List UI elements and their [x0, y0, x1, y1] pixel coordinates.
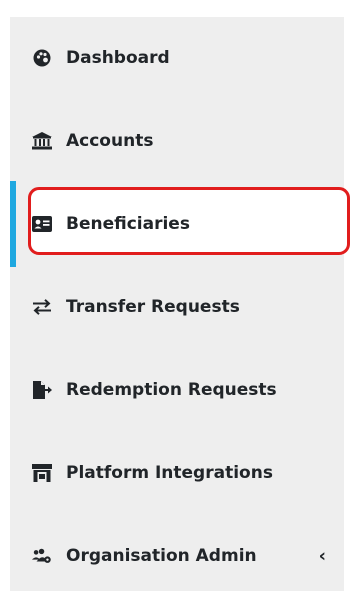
- sidebar-item-label: Organisation Admin: [66, 546, 257, 566]
- users-cog-icon: [32, 546, 52, 566]
- chevron-left-icon[interactable]: ‹: [319, 546, 326, 567]
- file-export-icon: [32, 380, 52, 400]
- bank-icon: [32, 131, 52, 151]
- sidebar-item-label: Accounts: [66, 131, 154, 151]
- sidebar-item-label: Beneficiaries: [66, 214, 190, 234]
- store-icon: [32, 463, 52, 483]
- sidebar-item-label: Transfer Requests: [66, 297, 240, 317]
- id-card-icon: [32, 214, 52, 234]
- sidebar-nav: Dashboard Accounts Beneficiaries Transfe…: [10, 17, 350, 591]
- sidebar-item-label: Dashboard: [66, 48, 170, 68]
- sidebar-item-organisation-admin[interactable]: Organisation Admin ‹: [10, 527, 344, 585]
- sidebar-item-accounts[interactable]: Accounts: [10, 112, 344, 170]
- sidebar-item-label: Redemption Requests: [66, 380, 277, 400]
- sidebar-item-label: Platform Integrations: [66, 463, 273, 483]
- sidebar-item-transfer-requests[interactable]: Transfer Requests: [10, 278, 344, 336]
- sidebar-item-dashboard[interactable]: Dashboard: [10, 29, 344, 87]
- palette-icon: [32, 48, 52, 68]
- sidebar-item-beneficiaries[interactable]: Beneficiaries: [10, 195, 344, 253]
- sidebar-item-platform-integrations[interactable]: Platform Integrations: [10, 444, 344, 502]
- sidebar-item-redemption-requests[interactable]: Redemption Requests: [10, 361, 344, 419]
- transfer-arrows-icon: [32, 297, 52, 317]
